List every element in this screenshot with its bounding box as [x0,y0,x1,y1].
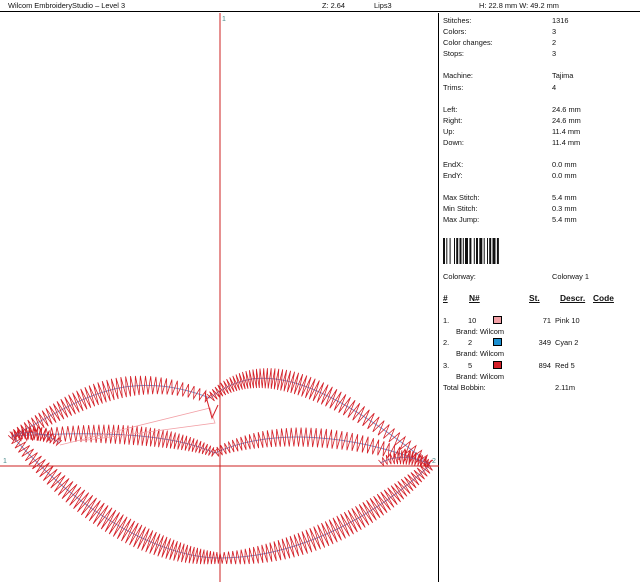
barcode-image [443,238,499,264]
design-info-panel: Stitches: 1316 Colors: 3 Color changes: 2 S… [443,13,640,582]
axis-label-right: 2 [432,458,436,465]
color-description: Red 5 [555,361,575,370]
stat-colorway: Colorway: Colorway 1 [443,272,589,281]
stat-trims: Trims: 4 [443,83,557,92]
stat-down: Down: 11.4 mm [443,138,581,147]
stat-left: Left: 24.6 mm [443,105,581,114]
design-preview: 1 1 2 [0,13,439,582]
stat-max-jump: Max Jump: 5.4 mm [443,215,577,224]
axis-label-left: 1 [3,458,7,465]
col-header-descr: Descr. [560,293,586,303]
color-index: 1. [443,316,450,325]
col-header-stitches: St. [529,293,540,303]
lips-embroidery-design [0,13,439,582]
stat-max-stitch: Max Stitch: 5.4 mm [443,193,577,202]
color-row: 3. 5 894 Red 5 Brand: Wilcom [443,361,638,383]
color-number: 2 [468,338,473,347]
stat-color-changes: Color changes: 2 [443,38,557,47]
color-brand: Brand: Wilcom [456,327,505,336]
design-dimensions: H: 22.8 mm W: 49.2 mm [479,1,559,10]
app-title: Wilcom EmbroideryStudio – Level 3 [8,1,126,10]
zoom-readout: Z: 2.64 [322,1,346,10]
stat-up: Up: 11.4 mm [443,127,581,136]
design-name: Lips3 [374,1,392,10]
stat-endy: EndY: 0.0 mm [443,171,577,180]
stat-machine: Machine: Tajima [443,71,574,80]
color-brand: Brand: Wilcom [456,349,505,358]
stat-min-stitch: Min Stitch: 0.3 mm [443,204,577,213]
color-description: Cyan 2 [555,338,579,347]
axis-label-top: 1 [222,16,226,23]
total-bobbin: Total Bobbin: 2.11m [443,383,575,392]
stat-stops: Stops: 3 [443,49,557,58]
col-header-num: # [443,293,448,303]
stat-stitches: Stitches: 1316 [443,16,569,25]
print-header: Wilcom EmbroideryStudio – Level 3 Z: 2.6… [0,0,640,12]
color-index: 3. [443,361,450,370]
color-stitches: 894 [538,361,551,370]
col-header-n: N# [469,293,480,303]
color-swatch [493,338,502,346]
stat-right: Right: 24.6 mm [443,116,581,125]
color-swatch [493,361,502,369]
color-number: 5 [468,361,473,370]
color-row: 1. 10 71 Pink 10 Brand: Wilcom [443,316,638,338]
color-swatch [493,316,502,324]
color-stitches: 71 [542,316,551,325]
color-stitches: 349 [538,338,551,347]
color-brand: Brand: Wilcom [456,372,505,381]
color-index: 2. [443,338,450,347]
color-description: Pink 10 [555,316,580,325]
color-number: 10 [468,316,477,325]
stat-endx: EndX: 0.0 mm [443,160,577,169]
stat-colors: Colors: 3 [443,27,557,36]
color-row: 2. 2 349 Cyan 2 Brand: Wilcom [443,338,638,360]
col-header-code: Code [593,293,614,303]
